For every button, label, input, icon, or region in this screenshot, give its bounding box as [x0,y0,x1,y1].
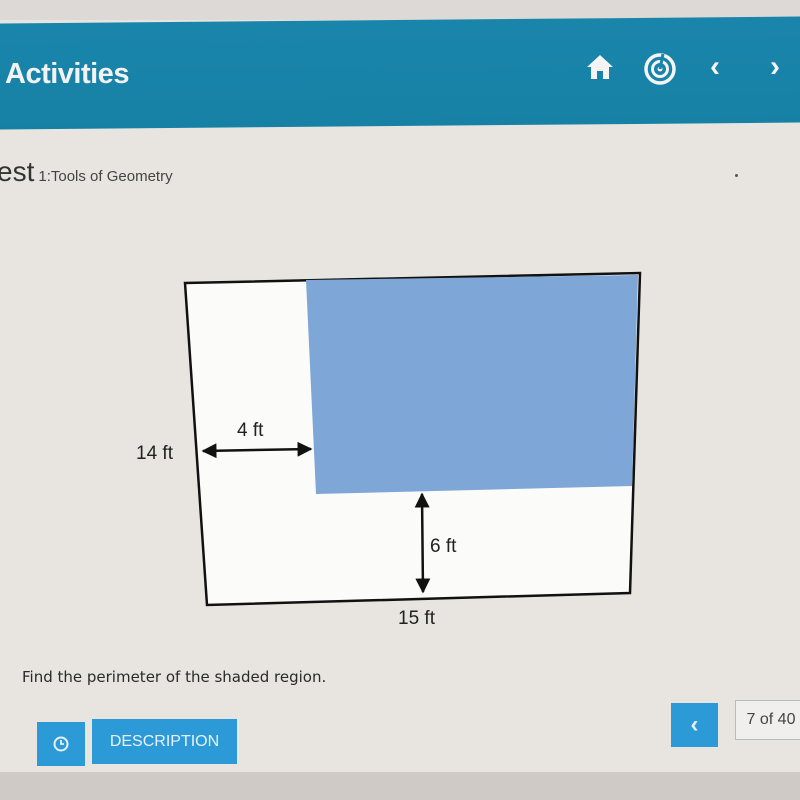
description-button[interactable]: DESCRIPTION [92,719,237,764]
question-pager: 7 of 40 [735,700,800,740]
clock-icon [53,736,69,752]
chevron-left-icon: ‹ [690,711,699,738]
left-gap-label: 4 ft [237,420,264,441]
bottom-gap-label: 6 ft [430,536,457,557]
timer-button[interactable] [37,722,85,766]
height-label: 14 ft [136,443,174,464]
shaded-region [306,275,638,494]
prev-question-button[interactable]: ‹ [671,703,718,747]
taskbar [0,772,800,800]
width-label: 15 ft [398,608,436,629]
bottom-gap-arrow [414,492,431,594]
question-text: Find the perimeter of the shaded region. [22,668,327,686]
